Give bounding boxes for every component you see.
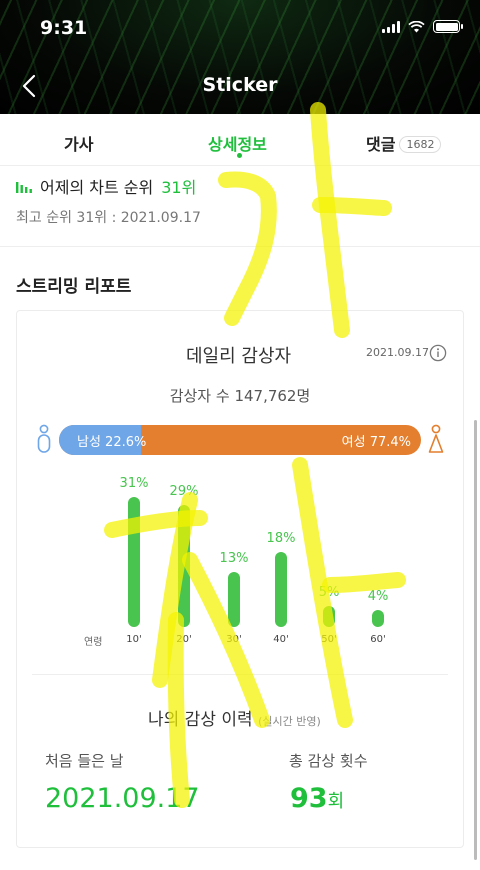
- section-title: 스트리밍 리포트: [16, 277, 132, 297]
- comment-count-badge: 1682: [399, 136, 442, 153]
- best-rank: 최고 순위 31위 : 2021.09.17: [16, 210, 201, 226]
- total-count-label: 총 감상 횟수: [289, 752, 368, 770]
- age-bar: [275, 552, 287, 627]
- page-title: Sticker: [202, 74, 278, 96]
- tab-label: 상세정보: [208, 135, 267, 154]
- tab-bar: 가사 상세정보 댓글 1682: [0, 114, 480, 166]
- tab-details[interactable]: 상세정보: [208, 131, 267, 155]
- age-bar: [228, 572, 240, 627]
- history-title-text: 나의 감상 이력: [148, 710, 253, 730]
- chart-rank-value: 31위: [161, 178, 197, 197]
- age-bar: [178, 505, 190, 627]
- wifi-icon: [408, 20, 425, 32]
- age-percent-label: 18%: [266, 531, 296, 546]
- bar-chart-icon: [16, 182, 32, 193]
- age-percent-label: 29%: [169, 484, 199, 499]
- active-tab-indicator: [237, 153, 242, 158]
- divider: [0, 246, 480, 247]
- daily-listeners-title: 데일리 감상자: [186, 346, 292, 367]
- history-subtitle: (실시간 반영): [258, 715, 321, 728]
- count-unit: 회: [327, 791, 345, 812]
- total-listen-count: 93회: [290, 783, 344, 814]
- cellular-signal-icon: [382, 20, 400, 33]
- tab-lyrics[interactable]: 가사: [64, 131, 93, 155]
- female-icon: [428, 424, 444, 453]
- count-number: 93: [290, 783, 328, 814]
- age-axis-label: 연령: [84, 637, 103, 648]
- age-percent-label: 13%: [219, 551, 249, 566]
- tab-label: 댓글: [366, 135, 396, 154]
- age-group-label: 10': [126, 634, 142, 645]
- age-group-label: 60': [370, 634, 386, 645]
- age-group-label: 30': [226, 634, 242, 645]
- app-header: 9:31 Sticker: [0, 0, 480, 114]
- chart-rank-row[interactable]: 어제의 차트 순위 31위: [16, 174, 196, 198]
- age-bar: [128, 497, 140, 627]
- male-share-label: 남성 22.6%: [77, 435, 147, 450]
- age-bar: [372, 610, 384, 627]
- chart-rank-label: 어제의 차트 순위: [40, 178, 154, 197]
- age-group-label: 50': [321, 634, 337, 645]
- age-bar: [323, 606, 335, 627]
- report-date: 2021.09.17: [366, 346, 429, 359]
- status-time: 9:31: [40, 17, 88, 39]
- history-title: 나의 감상 이력 (실시간 반영): [148, 705, 321, 730]
- first-listen-label: 처음 들은 날: [45, 752, 124, 770]
- first-listen-date: 2021.09.17: [45, 783, 200, 814]
- female-share-label: 여성 77.4%: [341, 435, 411, 450]
- tab-comments[interactable]: 댓글 1682: [366, 131, 442, 155]
- listener-count: 감상자 수 147,762명: [169, 387, 311, 405]
- age-percent-label: 4%: [367, 589, 389, 604]
- status-icons: [382, 20, 463, 33]
- age-group-label: 20': [176, 634, 192, 645]
- info-icon[interactable]: [429, 344, 447, 362]
- tab-label: 가사: [64, 135, 94, 154]
- divider: [32, 674, 448, 675]
- age-group-label: 40': [273, 634, 289, 645]
- battery-icon: [433, 20, 463, 33]
- scrollbar[interactable]: [474, 420, 477, 860]
- male-icon: [37, 424, 51, 453]
